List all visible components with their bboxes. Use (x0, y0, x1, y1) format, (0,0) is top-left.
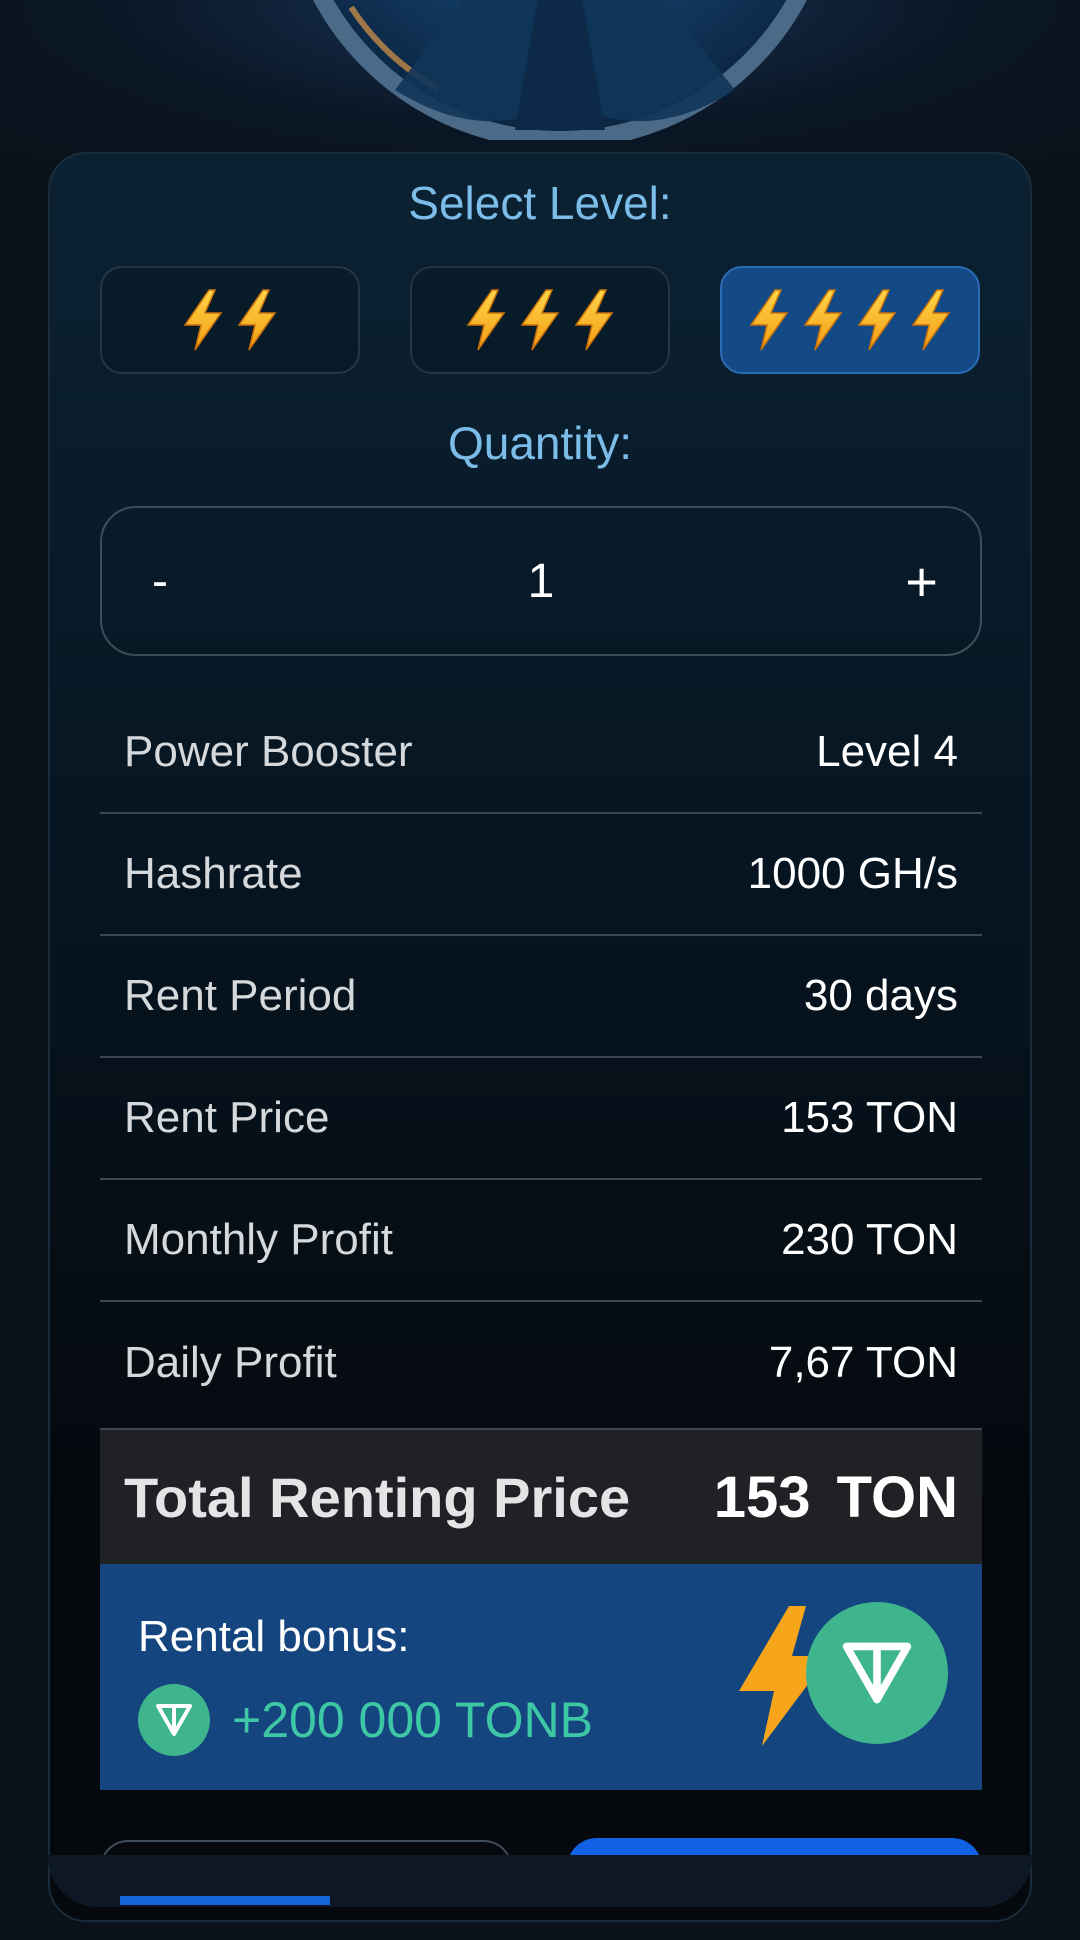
detail-key: Daily Profit (124, 1338, 337, 1387)
nav-active-indicator (120, 1896, 330, 1905)
level-button-2[interactable] (100, 266, 360, 374)
level-button-4[interactable] (720, 266, 980, 374)
increment-button[interactable]: + (905, 508, 938, 654)
detail-key: Monthly Profit (124, 1215, 393, 1264)
detail-row-monthly-profit: Monthly Profit 230 TON (100, 1180, 982, 1302)
detail-value: 153 TON (781, 1093, 958, 1142)
total-label: Total Renting Price (124, 1465, 631, 1529)
detail-row-power-booster: Power Booster Level 4 (100, 692, 982, 814)
rental-bonus-label: Rental bonus: (138, 1612, 410, 1661)
decrement-button[interactable]: - (152, 508, 168, 654)
detail-row-rent-period: Rent Period 30 days (100, 936, 982, 1058)
bolt-icon (464, 289, 508, 351)
bolt-icon (235, 289, 279, 351)
detail-value: 7,67 TON (768, 1338, 958, 1387)
ton-icon (138, 1684, 210, 1756)
level-button-3[interactable] (410, 266, 670, 374)
detail-row-daily-profit: Daily Profit 7,67 TON (100, 1302, 982, 1424)
fan-graphic (313, 0, 807, 140)
total-value: 153 TON (713, 1464, 958, 1530)
detail-key: Hashrate (124, 849, 303, 898)
quantity-label: Quantity: (447, 417, 633, 469)
detail-row-rent-price: Rent Price 153 TON (100, 1058, 982, 1180)
detail-value: 1000 GH/s (747, 849, 958, 898)
rental-bonus-amount: +200 000 TONB (232, 1692, 593, 1748)
rent-card: Select Level: Quantity: 1 - + Power Boos… (48, 152, 1032, 1922)
ton-logo-icon (806, 1602, 948, 1744)
detail-key: Power Booster (124, 727, 413, 776)
bolt-icon (801, 289, 845, 351)
detail-value: Level 4 (816, 727, 958, 776)
select-level-label: Select Level: (408, 177, 672, 229)
quantity-stepper: 1 - + (100, 506, 982, 656)
bolt-icon (909, 289, 953, 351)
bolt-icon (855, 289, 899, 351)
total-price-row: Total Renting Price 153 TON (100, 1428, 982, 1564)
hero-banner (0, 0, 1080, 160)
detail-key: Rent Period (124, 971, 357, 1020)
bolt-icon (747, 289, 791, 351)
detail-value: 30 days (803, 971, 958, 1020)
rental-bonus-banner: Rental bonus: +200 000 TONB (100, 1564, 982, 1790)
bolt-icon (181, 289, 225, 351)
detail-value: 230 TON (781, 1215, 958, 1264)
bolt-icon (518, 289, 562, 351)
detail-key: Rent Price (124, 1093, 330, 1142)
quantity-value[interactable]: 1 (102, 508, 980, 654)
detail-row-hashrate: Hashrate 1000 GH/s (100, 814, 982, 936)
rental-bonus-amount-row: +200 000 TONB (138, 1684, 593, 1756)
bolt-icon (572, 289, 616, 351)
